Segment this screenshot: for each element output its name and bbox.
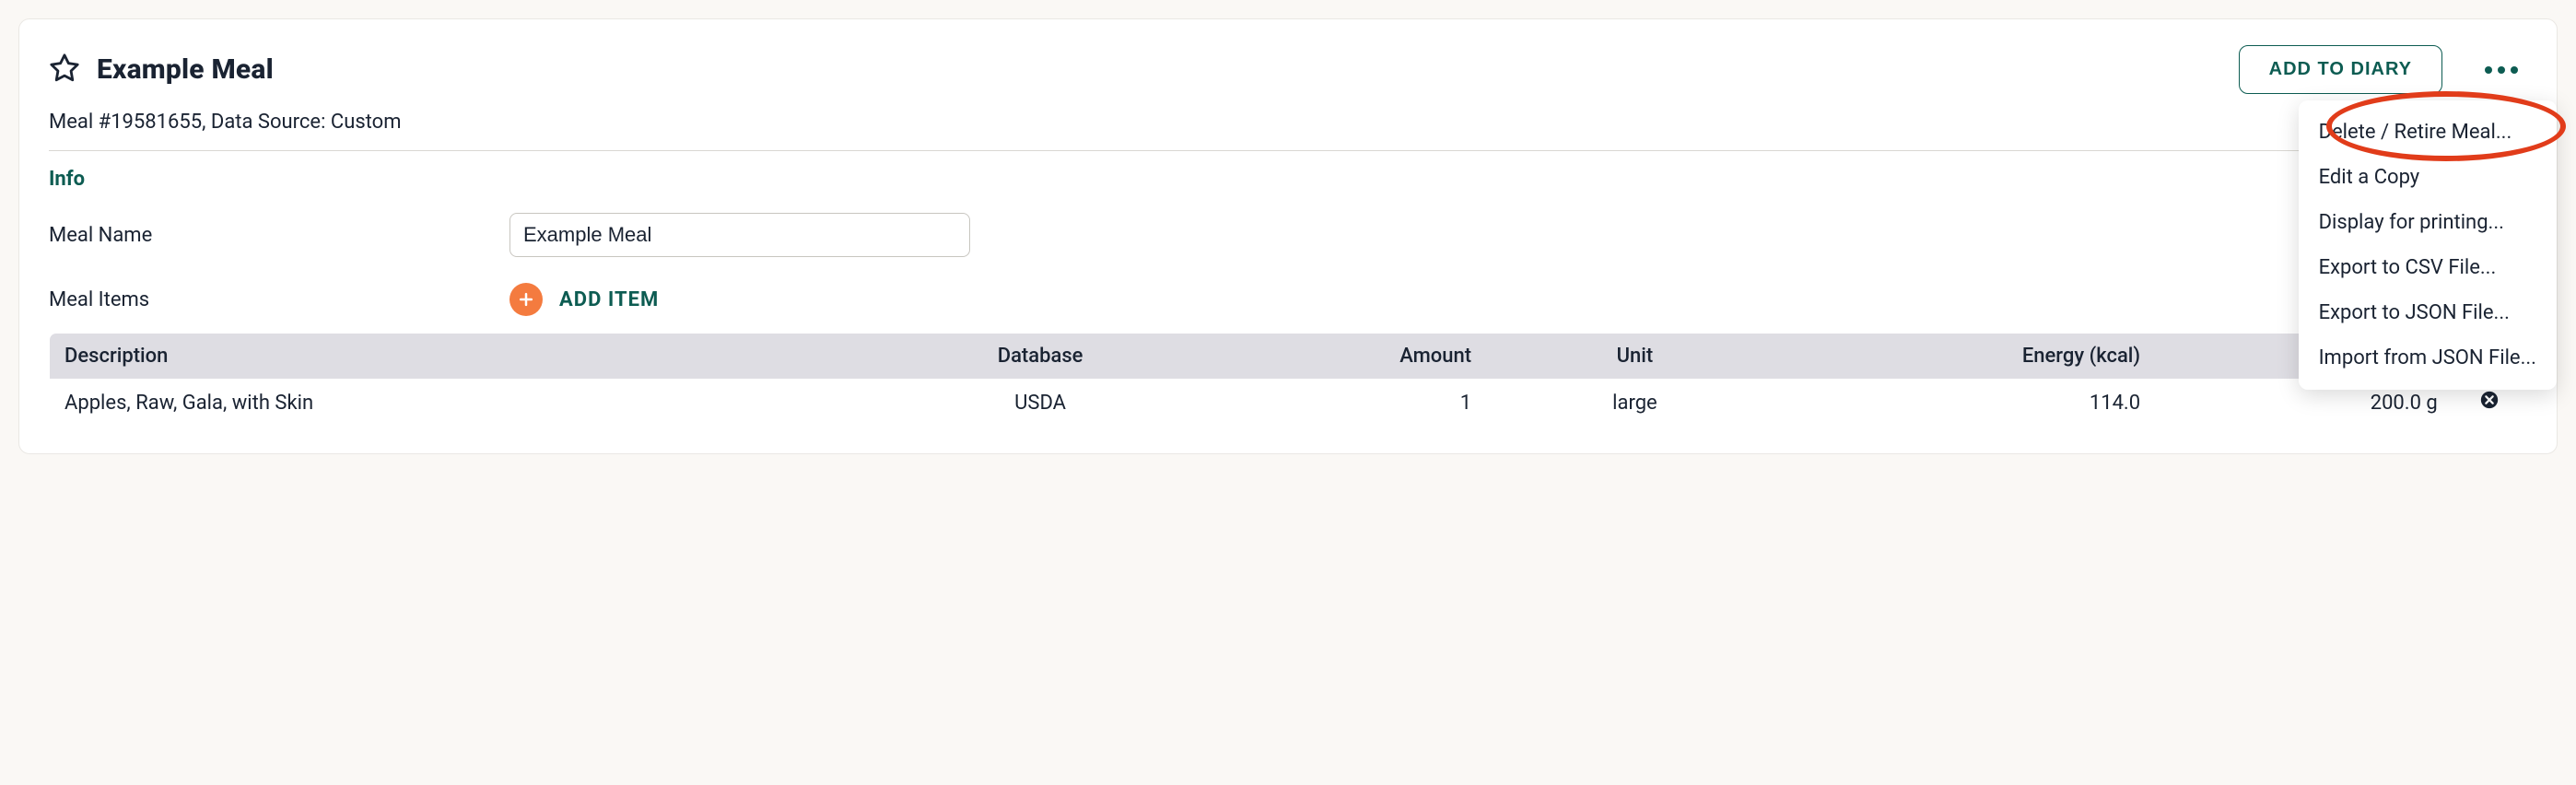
menu-export-csv[interactable]: Export to CSV File... <box>2299 245 2557 290</box>
menu-export-json[interactable]: Export to JSON File... <box>2299 290 2557 335</box>
plus-icon <box>509 283 543 316</box>
add-item-label: ADD ITEM <box>559 288 659 311</box>
divider <box>49 150 2527 151</box>
cell-amount: 1 <box>1188 379 1486 428</box>
cell-description: Apples, Raw, Gala, with Skin <box>50 379 892 428</box>
meal-name-row: Meal Name <box>49 213 2527 257</box>
meal-items-row: Meal Items ADD ITEM <box>49 283 2527 316</box>
more-menu-button[interactable] <box>2476 59 2527 81</box>
col-energy: Energy (kcal) <box>1784 334 2155 380</box>
col-amount: Amount <box>1188 334 1486 380</box>
col-description: Description <box>50 334 892 380</box>
meal-card: Example Meal ADD TO DIARY Meal #19581655… <box>18 18 2558 454</box>
cell-energy: 114.0 <box>1784 379 2155 428</box>
add-to-diary-button[interactable]: ADD TO DIARY <box>2239 45 2442 94</box>
col-database: Database <box>892 334 1189 380</box>
meal-title: Example Meal <box>97 53 2222 86</box>
meal-items-label: Meal Items <box>49 288 509 311</box>
star-icon[interactable] <box>49 53 80 88</box>
cell-unit: large <box>1486 379 1784 428</box>
table-row[interactable]: Apples, Raw, Gala, with Skin USDA 1 larg… <box>50 379 2527 428</box>
info-section-label: Info <box>49 168 2527 191</box>
menu-delete-retire[interactable]: Delete / Retire Meal... <box>2299 110 2557 155</box>
cell-database: USDA <box>892 379 1189 428</box>
more-menu-dropdown: Delete / Retire Meal... Edit a Copy Disp… <box>2299 100 2557 390</box>
meal-header: Example Meal ADD TO DIARY <box>49 45 2527 94</box>
menu-display-print[interactable]: Display for printing... <box>2299 200 2557 245</box>
meal-name-input[interactable] <box>509 213 970 257</box>
meal-items-table: Description Database Amount Unit Energy … <box>49 333 2527 428</box>
meal-name-label: Meal Name <box>49 224 509 247</box>
remove-row-icon[interactable] <box>2479 390 2500 410</box>
table-header-row: Description Database Amount Unit Energy … <box>50 334 2527 380</box>
col-unit: Unit <box>1486 334 1784 380</box>
meal-subtitle: Meal #19581655, Data Source: Custom <box>49 111 2527 134</box>
add-item-button[interactable]: ADD ITEM <box>509 283 659 316</box>
menu-import-json[interactable]: Import from JSON File... <box>2299 335 2557 381</box>
menu-edit-copy[interactable]: Edit a Copy <box>2299 155 2557 200</box>
